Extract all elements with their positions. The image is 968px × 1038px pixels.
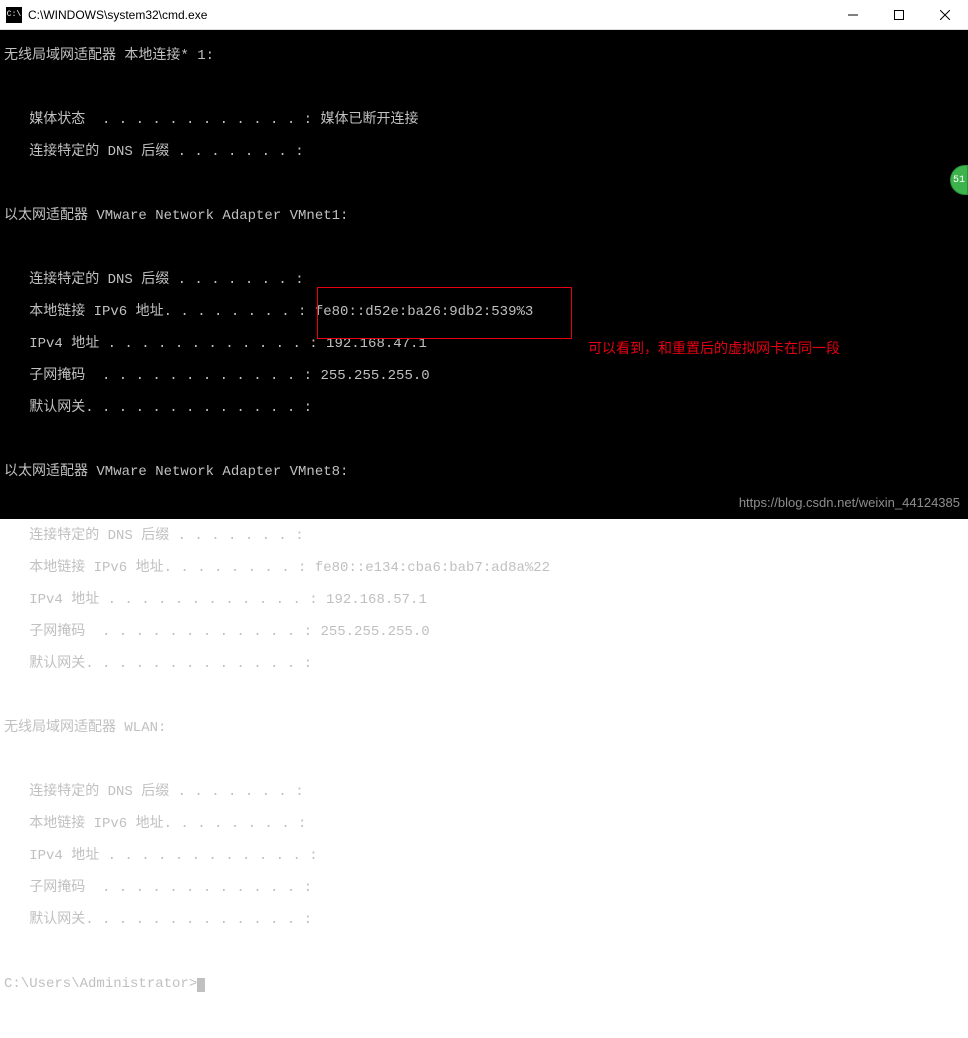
cmd-icon: C:\ xyxy=(6,7,22,23)
output-line: 默认网关. . . . . . . . . . . . . : xyxy=(4,400,964,416)
close-icon xyxy=(940,10,950,20)
output-line: 连接特定的 DNS 后缀 . . . . . . . : xyxy=(4,784,964,800)
output-line: 媒体状态 . . . . . . . . . . . . : 媒体已断开连接 xyxy=(4,112,964,128)
output-line: 本地链接 IPv6 地址. . . . . . . . : fe80::e134… xyxy=(4,560,964,576)
close-button[interactable] xyxy=(922,0,968,30)
output-line: 连接特定的 DNS 后缀 . . . . . . . : xyxy=(4,144,964,160)
minimize-icon xyxy=(848,10,858,20)
maximize-icon xyxy=(894,10,904,20)
adapter-header: 无线局域网适配器 本地连接* 1: xyxy=(4,48,964,64)
watermark: https://blog.csdn.net/weixin_44124385 xyxy=(739,495,960,511)
output-line: 默认网关. . . . . . . . . . . . . : xyxy=(4,912,964,928)
output-line: 本地链接 IPv6 地址. . . . . . . . : fe80::d52e… xyxy=(4,304,964,320)
output-line: 子网掩码 . . . . . . . . . . . . : xyxy=(4,880,964,896)
window-title: C:\WINDOWS\system32\cmd.exe xyxy=(28,8,830,22)
output-line: 连接特定的 DNS 后缀 . . . . . . . : xyxy=(4,528,964,544)
adapter-header: 无线局域网适配器 WLAN: xyxy=(4,720,964,736)
output-line: IPv4 地址 . . . . . . . . . . . . : 192.16… xyxy=(4,592,964,608)
cmd-icon-label: C:\ xyxy=(7,10,21,19)
output-line: 子网掩码 . . . . . . . . . . . . : 255.255.2… xyxy=(4,368,964,384)
cmd-window: C:\ C:\WINDOWS\system32\cmd.exe 无线局域网适配器… xyxy=(0,0,968,519)
annotation-text: 可以看到，和重置后的虚拟网卡在同一段 xyxy=(588,340,840,356)
minimize-button[interactable] xyxy=(830,0,876,30)
terminal-output[interactable]: 无线局域网适配器 本地连接* 1: 媒体状态 . . . . . . . . .… xyxy=(0,30,968,519)
maximize-button[interactable] xyxy=(876,0,922,30)
prompt-line: C:\Users\Administrator> xyxy=(4,976,964,992)
adapter-header: 以太网适配器 VMware Network Adapter VMnet8: xyxy=(4,464,964,480)
output-line: 连接特定的 DNS 后缀 . . . . . . . : xyxy=(4,272,964,288)
cursor xyxy=(197,978,205,992)
output-line: 默认网关. . . . . . . . . . . . . : xyxy=(4,656,964,672)
output-line: 子网掩码 . . . . . . . . . . . . : 255.255.2… xyxy=(4,624,964,640)
titlebar[interactable]: C:\ C:\WINDOWS\system32\cmd.exe xyxy=(0,0,968,30)
output-line: 本地链接 IPv6 地址. . . . . . . . : xyxy=(4,816,964,832)
window-controls xyxy=(830,0,968,30)
prompt-text: C:\Users\Administrator> xyxy=(4,976,197,992)
adapter-header: 以太网适配器 VMware Network Adapter VMnet1: xyxy=(4,208,964,224)
output-line: IPv4 地址 . . . . . . . . . . . . : xyxy=(4,848,964,864)
